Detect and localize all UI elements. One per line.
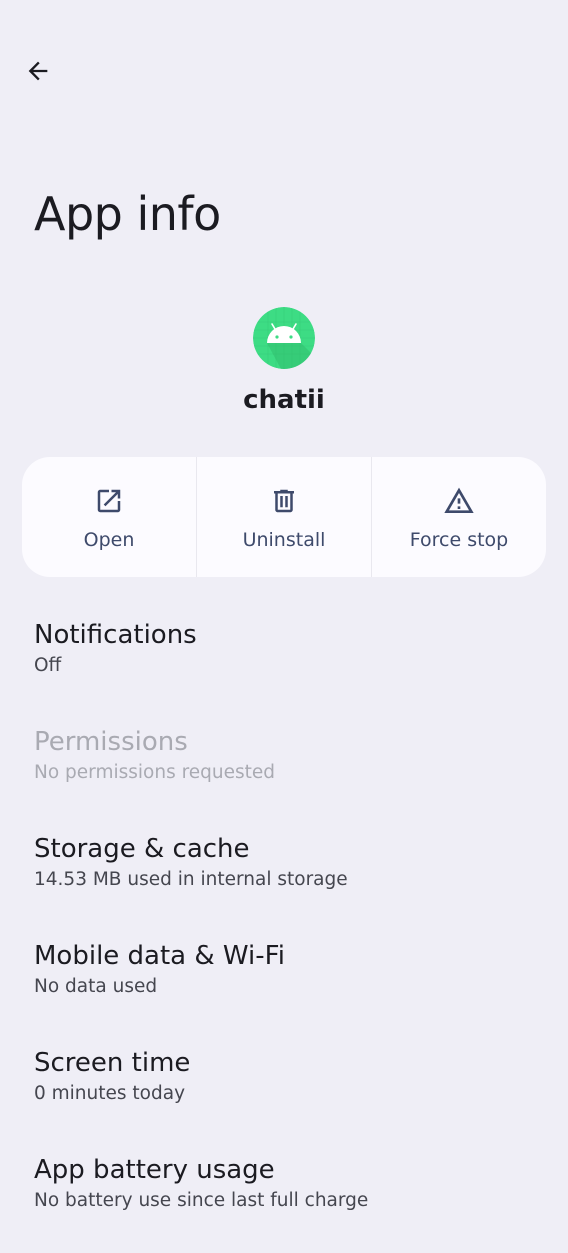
trash-icon [268, 485, 300, 517]
warning-triangle-icon [443, 485, 475, 517]
setting-title: Mobile data & Wi-Fi [34, 941, 285, 971]
page-title: App info [34, 187, 221, 241]
setting-summary: 14.53 MB used in internal storage [34, 869, 348, 890]
app-actions-card: Open Uninstall Force stop [22, 457, 546, 577]
setting-summary: No battery use since last full charge [34, 1190, 369, 1211]
open-external-icon [93, 485, 125, 517]
permissions-setting: Permissions No permissions requested [0, 725, 568, 825]
force-stop-button[interactable]: Force stop [371, 457, 546, 577]
force-stop-label: Force stop [409, 529, 509, 551]
app-battery-usage-setting[interactable]: App battery usage No battery use since l… [0, 1153, 568, 1253]
setting-summary: No permissions requested [34, 762, 276, 783]
uninstall-button[interactable]: Uninstall [196, 457, 371, 577]
storage-cache-setting[interactable]: Storage & cache 14.53 MB used in interna… [0, 832, 568, 932]
app-name: chatii [243, 385, 325, 415]
setting-title: App battery usage [34, 1155, 275, 1185]
open-label: Open [83, 529, 135, 551]
setting-summary: No data used [34, 976, 158, 997]
setting-title: Storage & cache [34, 834, 250, 864]
screen-time-setting[interactable]: Screen time 0 minutes today [0, 1046, 568, 1146]
setting-summary: Off [34, 655, 62, 676]
setting-title: Notifications [34, 620, 197, 650]
mobile-data-wifi-setting[interactable]: Mobile data & Wi-Fi No data used [0, 939, 568, 1039]
setting-title: Screen time [34, 1048, 191, 1078]
android-app-icon [253, 307, 315, 369]
back-button[interactable] [14, 47, 62, 95]
open-button[interactable]: Open [22, 457, 196, 577]
arrow-back-icon [28, 61, 48, 81]
notifications-setting[interactable]: Notifications Off [0, 618, 568, 718]
setting-title: Permissions [34, 727, 188, 757]
uninstall-label: Uninstall [242, 529, 326, 551]
setting-summary: 0 minutes today [34, 1083, 186, 1104]
